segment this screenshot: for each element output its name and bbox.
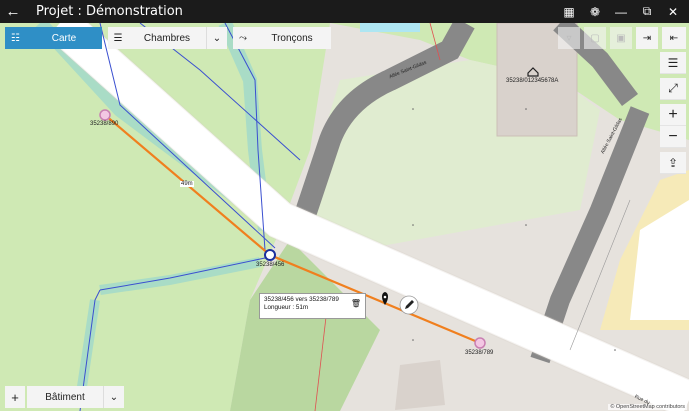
grid-icon[interactable]: ▦	[556, 0, 582, 23]
window-title: Projet : Démonstration	[36, 4, 183, 19]
node-marker-456[interactable]	[264, 249, 276, 261]
collapse-icon[interactable]: ⤢	[660, 78, 686, 100]
chambres-label: Chambres	[143, 32, 191, 44]
node-label-789: 35238/789	[465, 350, 494, 356]
water-area	[360, 23, 420, 32]
route-icon[interactable]: ⤳	[233, 27, 253, 49]
batiment-dropdown[interactable]: Bâtiment	[27, 386, 103, 408]
building-small	[395, 360, 445, 410]
save-icon: ▣	[610, 27, 632, 49]
minimize-icon[interactable]: —	[608, 0, 634, 23]
close-icon[interactable]: ✕	[660, 0, 686, 23]
node-label-890: 35238/890	[90, 121, 119, 127]
layers-icon[interactable]: ☰	[660, 52, 686, 74]
tab-carte-label: Carte	[51, 32, 77, 44]
chambres-dropdown[interactable]: Chambres	[128, 27, 206, 49]
building-label: 35238/012345678A	[506, 78, 559, 84]
map-view[interactable]: 35238/890 35238/456 35238/789 49m 35238/…	[0, 23, 689, 411]
back-arrow-icon[interactable]: ←	[0, 0, 26, 23]
node-label-456: 35238/456	[256, 262, 285, 268]
chevron-down-icon[interactable]: ⌄	[103, 386, 124, 408]
popup-title: 35238/456 vers 35238/789	[264, 296, 339, 303]
troncons-button[interactable]: Tronçons	[253, 27, 331, 49]
map-attribution: © OpenStreetMap contributors	[608, 404, 687, 410]
zoom-out-button[interactable]: −	[660, 126, 686, 148]
map-canvas[interactable]	[0, 23, 689, 411]
node-marker-890[interactable]	[99, 109, 111, 121]
batiment-label: Bâtiment	[45, 391, 85, 403]
zoom-in-button[interactable]: +	[660, 104, 686, 126]
title-bar: ← Projet : Démonstration ▦ ❁ — ⧉ ✕	[0, 0, 689, 23]
trash-icon[interactable]: 🗑	[351, 300, 361, 308]
filter-icon: ▿	[558, 27, 580, 49]
troncons-label: Tronçons	[271, 32, 313, 44]
segment-length-label: 49m	[180, 181, 194, 187]
logout-icon[interactable]: ⇤	[662, 27, 686, 49]
tab-carte[interactable]: Carte	[26, 27, 102, 49]
delete-icon: ▢	[584, 27, 606, 49]
add-button[interactable]: +	[5, 386, 25, 408]
restore-icon[interactable]: ⧉	[634, 0, 660, 23]
chevron-down-icon[interactable]: ⌄	[206, 27, 227, 49]
settings-icon[interactable]: ❁	[582, 0, 608, 23]
popup-length: Longueur : 51m	[264, 304, 309, 311]
export-icon[interactable]: ⇪	[660, 152, 686, 174]
login-icon[interactable]: ⇥	[636, 27, 658, 49]
node-marker-789[interactable]	[474, 337, 486, 349]
map-pin-dot	[383, 295, 387, 299]
add-button-label: +	[11, 389, 19, 405]
list-icon[interactable]: ☰	[108, 27, 128, 49]
segment-popup: 35238/456 vers 35238/789 Longueur : 51m …	[259, 293, 366, 319]
map-icon[interactable]: ☷	[5, 27, 26, 49]
